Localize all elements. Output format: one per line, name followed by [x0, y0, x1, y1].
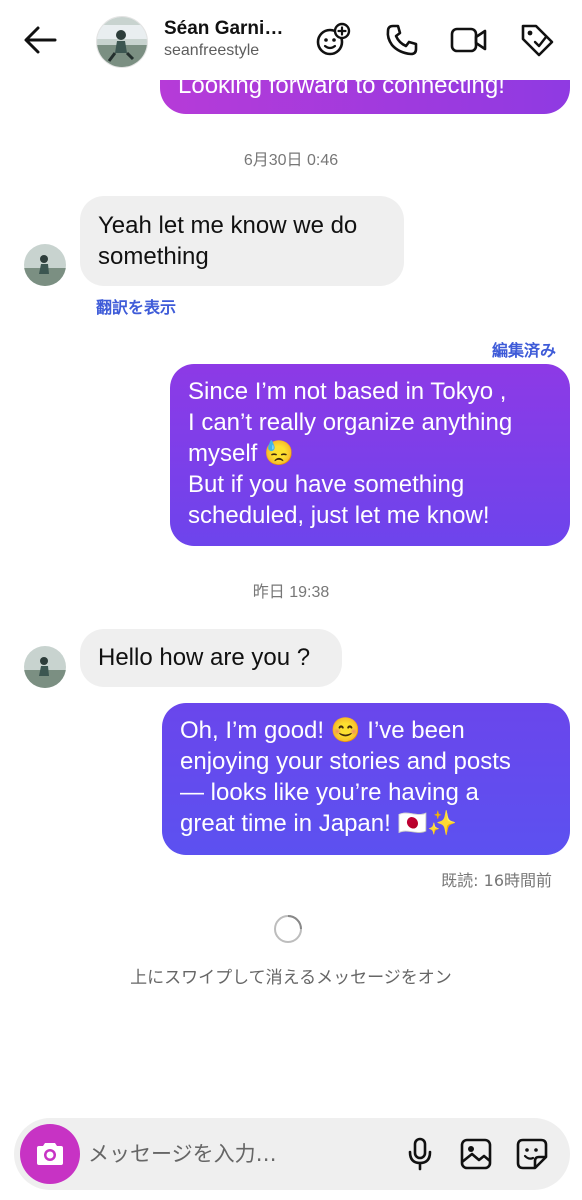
sticker-add-icon — [316, 22, 351, 56]
camera-icon — [37, 1143, 63, 1165]
sticker-icon — [516, 1138, 548, 1170]
received-message-bubble[interactable]: Yeah let me know we do something — [80, 196, 404, 286]
sent-message-bubble[interactable]: Oh, I’m good! 😊 I’ve been enjoying your … — [162, 703, 570, 855]
video-call-button[interactable] — [449, 20, 489, 60]
video-icon — [450, 27, 487, 53]
received-message-bubble[interactable]: Hello how are you ? — [80, 629, 342, 687]
contact-avatar-small[interactable] — [24, 646, 66, 688]
microphone-icon — [408, 1137, 432, 1171]
tag-button[interactable] — [517, 20, 557, 60]
contact-username: seanfreestyle — [164, 42, 260, 59]
camera-button[interactable] — [20, 1124, 80, 1184]
message-input[interactable] — [88, 1136, 378, 1172]
gallery-button[interactable] — [456, 1134, 496, 1174]
phone-icon — [386, 24, 418, 56]
back-arrow-icon — [24, 26, 57, 54]
loading-spinner-icon — [274, 915, 302, 943]
image-icon — [460, 1138, 492, 1170]
voice-message-button[interactable] — [400, 1134, 440, 1174]
seen-status: 既読: 16時間前 — [441, 871, 552, 890]
contact-avatar-small[interactable] — [24, 244, 66, 286]
sent-message-bubble[interactable]: Since I’m not based in Tokyo , I can’t r… — [170, 364, 570, 546]
sticker-add-button[interactable] — [313, 20, 353, 60]
show-translation-link[interactable]: 翻訳を表示 — [96, 294, 176, 318]
vanish-mode-hint[interactable]: 上にスワイプして消えるメッセージをオン — [0, 963, 582, 988]
contact-info[interactable]: Séan Garni… seanfreestyle — [164, 18, 294, 62]
message-timestamp: 6月30日 0:46 — [243, 152, 339, 169]
back-button[interactable] — [18, 20, 62, 60]
sticker-button[interactable] — [512, 1134, 552, 1174]
contact-avatar[interactable] — [96, 16, 148, 68]
message-timestamp: 昨日 19:38 — [252, 584, 330, 601]
edited-label[interactable]: 編集済み — [492, 337, 556, 361]
tag-icon — [521, 24, 554, 57]
contact-display-name: Séan Garni… — [164, 18, 284, 39]
voice-call-button[interactable] — [382, 20, 422, 60]
chat-header: Séan Garni… seanfreestyle — [0, 0, 582, 80]
message-composer — [14, 1118, 570, 1190]
